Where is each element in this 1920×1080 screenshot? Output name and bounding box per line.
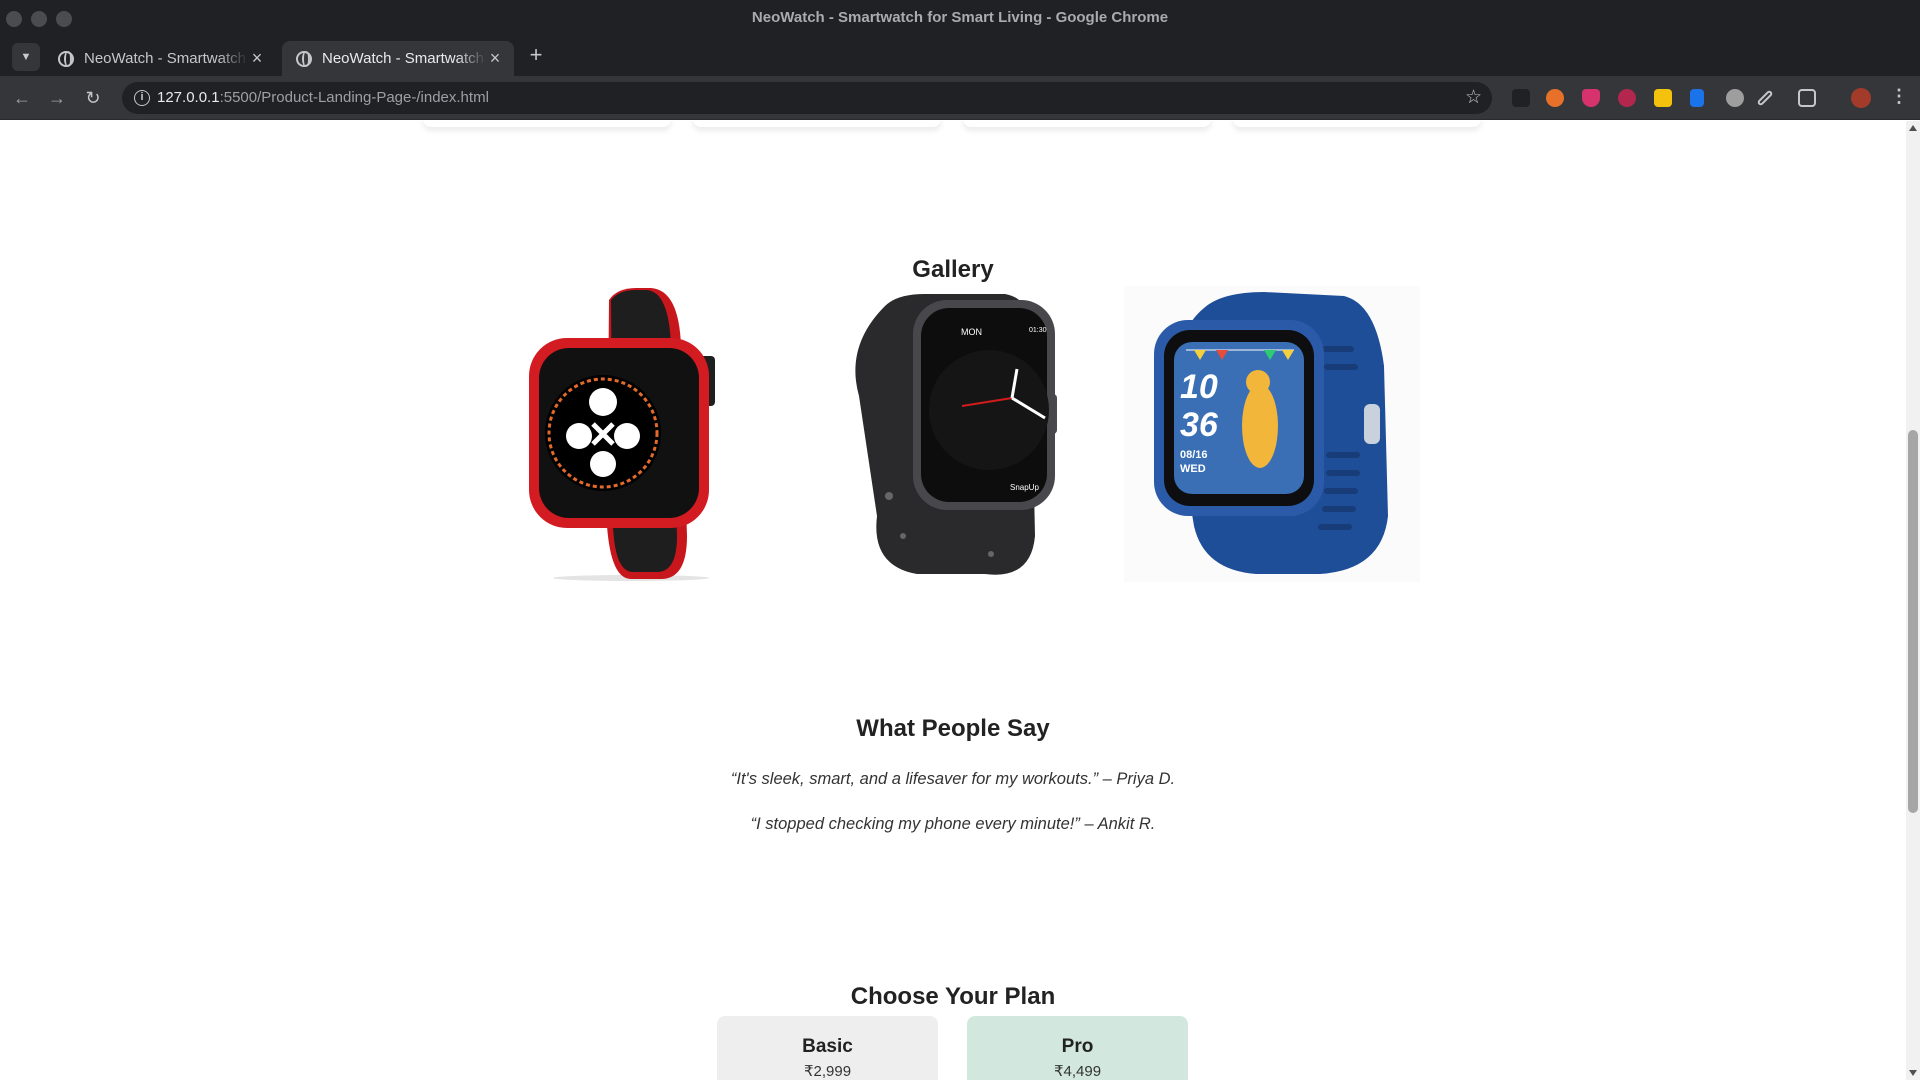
testimonial-quote: “I stopped checking my phone every minut… <box>750 815 1156 833</box>
site-info-icon[interactable]: i <box>134 90 150 106</box>
title-bar: NeoWatch - Smartwatch for Smart Living -… <box>0 0 1920 36</box>
puzzle-icon[interactable] <box>1798 89 1816 107</box>
note-icon[interactable] <box>1654 89 1672 107</box>
testimonial-quote: “It's sleek, smart, and a lifesaver for … <box>730 770 1176 788</box>
svg-text:36: 36 <box>1180 406 1219 444</box>
previous-feature-card <box>693 121 941 127</box>
scroll-thumb[interactable] <box>1908 430 1918 813</box>
plan-name: Pro <box>1061 1036 1094 1057</box>
tab-search-chevron-icon[interactable]: ▼ <box>12 43 40 71</box>
gallery-image-blue-watch: 10 36 08/16 WED <box>1124 286 1420 582</box>
tab-label: NeoWatch - Smartwatch for Smart Living <box>84 50 248 67</box>
window-title: NeoWatch - Smartwatch for Smart Living -… <box>751 9 1169 26</box>
record-icon[interactable] <box>1618 89 1636 107</box>
shield-icon[interactable] <box>1582 89 1600 107</box>
url-text[interactable]: 127.0.0.1:5500/Product-Landing-Page-/ind… <box>157 89 489 106</box>
board-icon[interactable] <box>1690 89 1704 107</box>
plan-card-basic[interactable]: Basic ₹2,999 <box>717 1016 938 1080</box>
reload-icon[interactable]: ↻ <box>79 84 107 112</box>
address-bar[interactable]: i 127.0.0.1:5500/Product-Landing-Page-/i… <box>122 82 1492 114</box>
page-viewport: Gallery MON 01:30 SnapUp 10 36 08/16 WED… <box>0 121 1906 1080</box>
gallery-image-red-watch <box>529 288 715 581</box>
close-tab-icon[interactable]: × <box>248 48 266 69</box>
globe-icon <box>296 50 312 67</box>
scroll-down-arrow-icon[interactable] <box>1909 1070 1917 1076</box>
ink-icon[interactable] <box>1512 89 1530 107</box>
svg-text:01:30: 01:30 <box>1029 327 1047 334</box>
fox-icon[interactable] <box>1546 89 1564 107</box>
browser-menu-icon[interactable]: ⋮ <box>1890 86 1908 107</box>
page-scrollbar[interactable] <box>1906 121 1920 1080</box>
svg-text:SnapUp: SnapUp <box>1010 483 1039 492</box>
plan-price: ₹4,499 <box>1053 1063 1102 1080</box>
tab-neowatch-2[interactable]: NeoWatch - Smartwatch for Smart Living × <box>282 41 514 76</box>
plan-card-pro[interactable]: Pro ₹4,499 <box>967 1016 1188 1080</box>
previous-feature-card <box>1233 121 1481 127</box>
pricing-title: Choose Your Plan <box>850 983 1056 1010</box>
testimonials-title: What People Say <box>856 715 1050 742</box>
previous-feature-card <box>963 121 1211 127</box>
svg-text:MON: MON <box>961 327 982 337</box>
scroll-up-arrow-icon[interactable] <box>1909 125 1917 131</box>
close-tab-icon[interactable]: × <box>486 48 504 69</box>
profile-avatar[interactable] <box>1851 88 1871 108</box>
plan-name: Basic <box>802 1036 853 1057</box>
svg-text:08/16: 08/16 <box>1180 449 1208 461</box>
back-arrow-icon[interactable]: ← <box>8 84 36 112</box>
tab-strip: ▼ NeoWatch - Smartwatch for Smart Living… <box>0 36 1920 76</box>
forward-arrow-icon[interactable]: → <box>43 84 71 112</box>
svg-text:WED: WED <box>1180 463 1206 475</box>
globe-icon <box>58 50 74 67</box>
plan-price: ₹2,999 <box>803 1063 852 1080</box>
new-tab-button[interactable]: + <box>524 43 548 67</box>
gallery-image-black-watch: MON 01:30 SnapUp <box>855 294 1057 575</box>
bookmark-star-icon[interactable]: ☆ <box>1465 86 1482 109</box>
eyes-icon[interactable] <box>1726 89 1744 107</box>
tab-label: NeoWatch - Smartwatch for Smart Living <box>322 50 486 67</box>
previous-feature-card <box>423 121 671 127</box>
svg-text:10: 10 <box>1180 368 1218 406</box>
gallery-title: Gallery <box>912 256 994 283</box>
tab-neowatch-1[interactable]: NeoWatch - Smartwatch for Smart Living × <box>44 41 276 76</box>
